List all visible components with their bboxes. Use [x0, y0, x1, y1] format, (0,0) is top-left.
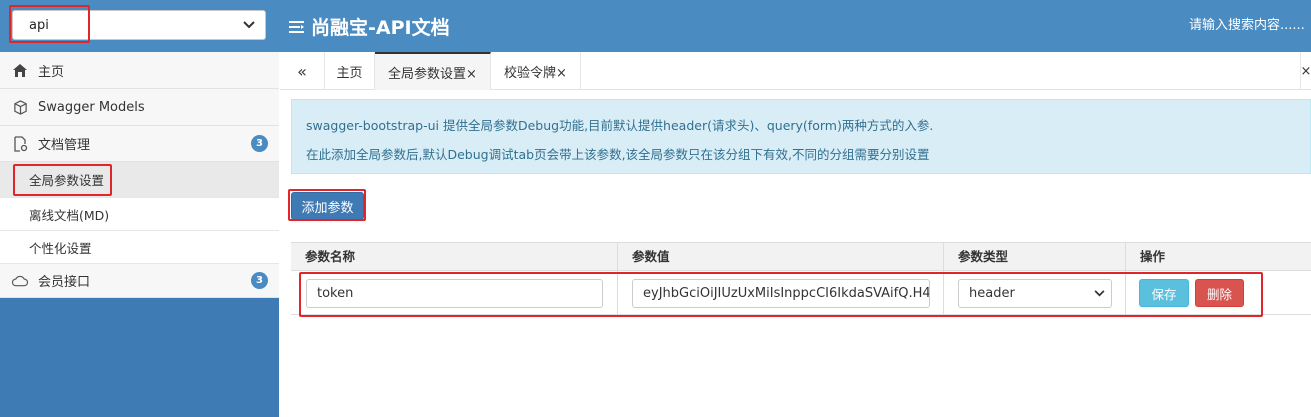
info-alert: swagger-bootstrap-ui 提供全局参数Debug功能,目前默认提… [291, 99, 1311, 174]
document-settings-icon [12, 135, 28, 152]
tab-global-params[interactable]: 全局参数设置× [375, 52, 491, 90]
column-header: 操作 [1125, 243, 1311, 271]
column-header: 参数名称 [305, 249, 356, 264]
menu-toggle-icon[interactable] [289, 20, 305, 34]
count-badge: 3 [251, 272, 268, 289]
search-input[interactable]: 请输入搜索内容...... [1189, 14, 1311, 38]
column-header: 参数值 [617, 243, 943, 271]
sidebar-subitem-global-params[interactable]: 全局参数设置 [0, 162, 279, 198]
sidebar-item-label: 会员接口 [38, 275, 91, 290]
sidebar-item-label: Swagger Models [38, 99, 145, 115]
tab-scroll-left-button[interactable]: « [280, 52, 325, 90]
save-button[interactable]: 保存 [1139, 279, 1189, 307]
sidebar-subitem-personalize[interactable]: 个性化设置 [0, 231, 279, 264]
cube-icon [12, 99, 28, 115]
add-param-button[interactable]: 添加参数 [291, 192, 364, 220]
delete-button[interactable]: 删除 [1195, 279, 1244, 307]
tab-home[interactable]: 主页 [325, 52, 375, 90]
param-type-value: header [969, 286, 1015, 301]
params-table: 参数名称 参数值 参数类型 操作 token eyJhbGciOiJIUzUxM… [291, 242, 1311, 315]
sidebar-item-member-api[interactable]: 会员接口 3 [0, 264, 279, 298]
tab-verify-token[interactable]: 校验令牌× [491, 52, 581, 90]
table-header: 参数名称 参数值 参数类型 操作 [291, 242, 1311, 271]
chevron-down-icon [1094, 290, 1105, 297]
sidebar-item-label: 主页 [38, 64, 65, 80]
app-title: 尚融宝-API文档 [289, 13, 450, 40]
type-cell: header [943, 271, 1125, 314]
sidebar-subitem-label: 全局参数设置 [29, 173, 105, 188]
info-line-2: 在此添加全局参数后,默认Debug调试tab页会带上该参数,该全局参数只在该分组… [306, 147, 930, 162]
value-cell: eyJhbGciOiJIUzUxMiIsInppcCI6IkdaSVAifQ.H… [617, 271, 943, 314]
count-badge: 3 [251, 135, 268, 152]
group-select-value: api [29, 17, 49, 33]
sidebar-subitem-offline-doc[interactable]: 离线文档(MD) [0, 198, 279, 231]
sidebar-item-home[interactable]: 主页 [0, 52, 279, 89]
group-select[interactable]: api [12, 10, 266, 40]
sidebar-subitem-label: 个性化设置 [29, 240, 92, 256]
top-bar: api 尚融宝-API文档 请输入搜索内容...... [0, 0, 1311, 52]
column-header: 参数类型 [943, 243, 1125, 271]
table-row: token eyJhbGciOiJIUzUxMiIsInppcCI6IkdaSV… [291, 271, 1311, 315]
home-icon [12, 62, 28, 78]
param-type-select[interactable]: header [958, 279, 1112, 308]
param-value-input[interactable]: eyJhbGciOiJIUzUxMiIsInppcCI6IkdaSVAifQ.H… [632, 279, 930, 308]
param-name-input[interactable]: token [306, 279, 603, 308]
sidebar-item-swagger-models[interactable]: Swagger Models [0, 89, 279, 126]
sidebar-item-label: 文档管理 [38, 138, 91, 153]
tab-bar: « 主页 全局参数设置× 校验令牌× × [280, 52, 1311, 90]
name-cell: token [291, 271, 617, 314]
info-line-1: swagger-bootstrap-ui 提供全局参数Debug功能,目前默认提… [306, 118, 934, 133]
page-title: 尚融宝-API文档 [311, 17, 450, 39]
tab-scroll-right-button[interactable]: × [1300, 52, 1311, 90]
sidebar-item-doc-manage[interactable]: 文档管理 3 [0, 126, 279, 162]
cloud-icon [12, 273, 28, 289]
chevron-down-icon [243, 21, 255, 29]
sidebar-subitem-label: 离线文档(MD) [29, 207, 110, 223]
action-cell: 保存 删除 [1125, 271, 1311, 314]
